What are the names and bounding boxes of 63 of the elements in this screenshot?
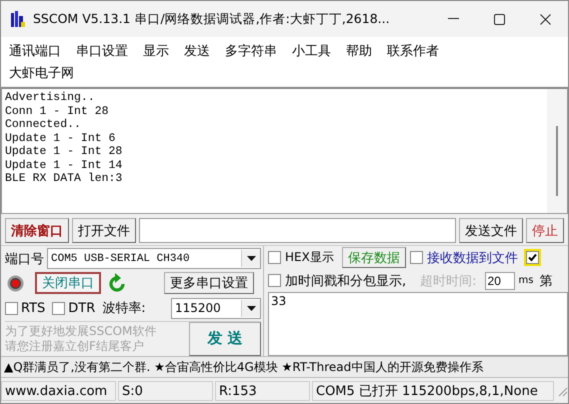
checkbox[interactable] (526, 251, 539, 264)
log-line: Connected.. (5, 118, 82, 132)
more-settings-button[interactable]: 更多串口设置 (164, 272, 254, 294)
menu-item[interactable]: 通讯端口 (9, 42, 61, 60)
refresh-icon[interactable] (108, 273, 126, 294)
send-button[interactable]: 发 送 (189, 322, 261, 356)
checkbox-label: HEX显示 (285, 249, 334, 266)
log-line: Conn 1 - Int 28 (5, 104, 110, 118)
clear-window-button[interactable]: 清除窗口 (5, 218, 69, 243)
port-label: 端口号 (5, 250, 44, 268)
dropdown-arrow-icon (246, 256, 256, 262)
menu-item[interactable]: 显示 (143, 42, 169, 60)
close-port-button[interactable]: 关闭串口 (35, 272, 101, 294)
send-file-button[interactable]: 发送文件 (459, 218, 523, 243)
status-panel: R:153 (215, 381, 310, 401)
checkbox-label: DTR (68, 300, 96, 316)
status-panel: www.daxia.com (1, 381, 116, 401)
menu-item[interactable]: 帮助 (346, 42, 372, 60)
receive-area[interactable]: Advertising.. Conn 1 - Int 28 Connected.. Update 1 - Int 6 Update 1 - Int 28 Update 1 - Int 14 BLE RX DATA len:3 (1, 87, 568, 214)
app-icon (10, 10, 26, 28)
checkbox[interactable] (52, 302, 66, 315)
promo-text: 请您注册嘉立创F结尾客户 (5, 338, 145, 354)
scrollbar[interactable] (547, 89, 567, 213)
status-panel: S:0 (118, 381, 213, 401)
minimize-icon (448, 18, 458, 20)
checkbox-label: 接收数据到文件 (426, 250, 518, 266)
baud-rate-dropdown[interactable]: 115200 (171, 298, 261, 319)
window-title: SSCOM V5.13.1 串口/网络数据调试器,作者:大虾丁丁,2618... (33, 10, 391, 28)
checkbox[interactable] (410, 251, 423, 264)
open-file-button[interactable]: 打开文件 (72, 218, 136, 243)
checkbox[interactable] (268, 251, 281, 264)
unit-label: ms (518, 275, 534, 286)
status-panel: COM5 已打开 115200bps,8,1,None (312, 381, 554, 401)
stop-button[interactable]: 停止 (526, 218, 564, 243)
timeout-label: 超时时间: (420, 272, 477, 290)
log-line: Update 1 - Int 28 (5, 145, 124, 158)
log-line: Update 1 - Int 14 (5, 158, 124, 172)
menu-item[interactable]: 多字符串 (225, 42, 277, 60)
file-path-field[interactable] (139, 218, 456, 243)
dropdown-arrow-icon (246, 306, 256, 311)
menu-item[interactable]: 大虾电子网 (9, 64, 74, 82)
cut-label: 第 (539, 272, 552, 290)
maximize-icon (494, 14, 504, 24)
menu-item[interactable]: 发送 (184, 42, 210, 60)
baud-rate-label: 波特率: (102, 300, 146, 318)
menu-item[interactable]: 小工具 (292, 42, 331, 60)
save-data-button[interactable]: 保存数据 (342, 247, 406, 268)
menu-item[interactable]: 联系作者 (387, 42, 439, 60)
news-ticker: ▲Q群满员了,没有第二个群. ★合宙高性价比4G模块 ★RT-Thread中国人的开源免费操作系 (1, 356, 568, 378)
resize-grip-icon[interactable] (556, 385, 568, 397)
scrollbar-thumb[interactable] (556, 126, 558, 196)
log-line: BLE RX DATA len:3 (5, 172, 124, 186)
checkbox-label: RTS (21, 300, 46, 316)
send-text-field[interactable]: 33 (268, 292, 568, 356)
checkbox[interactable] (268, 274, 281, 287)
checkbox[interactable] (5, 302, 18, 315)
menu-item[interactable]: 串口设置 (76, 42, 128, 60)
log-line: Update 1 - Int 6 (5, 132, 116, 145)
checkbox-label: 加时间戳和分包显示, (285, 272, 406, 290)
log-line: Advertising.. (5, 91, 96, 104)
close-icon (540, 14, 550, 24)
promo-text: 为了更好地发展SSCOM软件 (5, 324, 158, 339)
port-dropdown[interactable]: COM5 USB-SERIAL CH340 (47, 248, 261, 270)
